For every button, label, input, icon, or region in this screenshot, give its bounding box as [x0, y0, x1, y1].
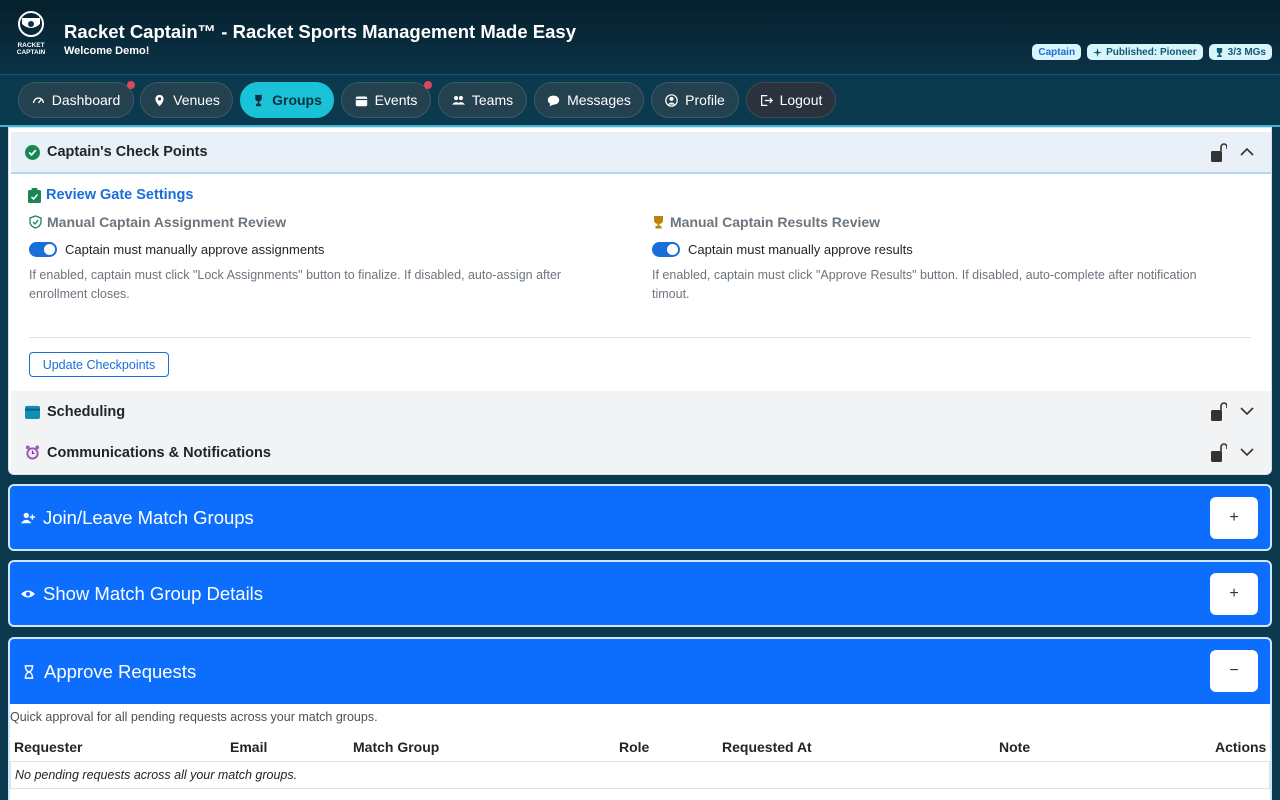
column-header-requested-at: Requested At: [722, 739, 812, 755]
results-toggle-row: Captain must manually approve results: [652, 242, 1232, 257]
divider: [29, 337, 1251, 338]
column-header-requester: Requester: [14, 739, 83, 755]
notification-dot: [127, 81, 135, 89]
person-add-icon: [21, 511, 35, 525]
chat-icon: [547, 95, 560, 106]
map-pin-icon: [155, 94, 164, 106]
nav-venues[interactable]: Venues: [140, 82, 233, 118]
review-gate-title: Review Gate Settings: [28, 187, 193, 203]
scheduling-accordion-header[interactable]: Scheduling: [11, 391, 1271, 432]
header-badges: Captain Published: Pioneer 3/3 MGs: [1032, 44, 1272, 60]
unlock-icon[interactable]: [1211, 143, 1227, 163]
approve-requests-panel: Approve Requests − Quick approval for al…: [8, 637, 1272, 800]
column-header-role: Role: [619, 739, 650, 755]
nav-logout[interactable]: Logout: [746, 82, 836, 118]
hourglass-icon: [23, 664, 35, 679]
assignment-review-heading: Manual Captain Assignment Review: [29, 214, 609, 230]
column-header-actions: Actions: [1215, 739, 1267, 755]
results-review-heading: Manual Captain Results Review: [652, 214, 1232, 230]
chevron-up-icon[interactable]: [1240, 147, 1254, 157]
update-checkpoints-button[interactable]: Update Checkpoints: [29, 352, 169, 377]
assignment-review-column: Manual Captain Assignment Review Captain…: [29, 214, 609, 304]
empty-table-row: No pending requests across all your matc…: [10, 761, 1270, 789]
approve-requests-description: Quick approval for all pending requests …: [10, 710, 378, 724]
shield-check-icon: [29, 215, 42, 229]
chevron-down-icon[interactable]: [1240, 447, 1254, 457]
assignment-toggle-row: Captain must manually approve assignment…: [29, 242, 609, 257]
checkpoints-panel: Captain's Check Points Review Gate Setti…: [8, 127, 1272, 475]
calendar-icon: [355, 95, 367, 106]
nav-profile[interactable]: Profile: [651, 82, 739, 118]
column-header-note: Note: [999, 739, 1031, 755]
nav-teams[interactable]: Teams: [438, 82, 527, 118]
welcome-text: Welcome Demo!: [64, 45, 150, 57]
calendar-icon: [25, 404, 40, 419]
collapse-approve-button[interactable]: −: [1210, 650, 1258, 692]
join-leave-title: Join/Leave Match Groups: [43, 506, 254, 528]
published-badge: Published: Pioneer: [1087, 44, 1203, 60]
match-group-details-title: Show Match Group Details: [43, 582, 264, 604]
logout-icon: [760, 94, 773, 106]
results-help-text: If enabled, captain must click "Approve …: [652, 268, 1197, 301]
role-badge: Captain: [1032, 44, 1082, 60]
sparkle-icon: [1093, 47, 1103, 57]
racket-captain-logo[interactable]: RACKET CAPTAIN: [12, 10, 50, 58]
eye-icon: [21, 587, 35, 601]
assignment-help-text: If enabled, captain must click "Lock Ass…: [29, 268, 562, 301]
main-nav: Dashboard Venues Groups Events Teams Mes…: [0, 75, 1280, 127]
notification-dot: [424, 81, 432, 89]
unlock-icon[interactable]: [1211, 402, 1227, 422]
nav-groups[interactable]: Groups: [240, 82, 334, 118]
results-approval-toggle[interactable]: [652, 242, 680, 257]
checkpoints-accordion-header[interactable]: Captain's Check Points: [11, 132, 1271, 174]
trophy-icon: [654, 216, 663, 229]
clipboard-check-icon: [28, 187, 41, 203]
match-group-details-section-header[interactable]: Show Match Group Details +: [8, 560, 1272, 627]
app-title: Racket Captain™ - Racket Sports Manageme…: [64, 21, 576, 42]
app-header: RACKET CAPTAIN Racket Captain™ - Racket …: [0, 0, 1280, 75]
trophy-icon: [1216, 47, 1222, 57]
column-header-email: Email: [230, 739, 268, 755]
results-toggle-label: Captain must manually approve results: [688, 242, 913, 257]
nav-messages[interactable]: Messages: [534, 82, 644, 118]
communications-accordion-header[interactable]: Communications & Notifications: [11, 432, 1271, 473]
nav-events[interactable]: Events: [341, 81, 432, 118]
unlock-icon[interactable]: [1211, 443, 1227, 463]
assignment-approval-toggle[interactable]: [29, 242, 57, 257]
column-header-match-group: Match Group: [353, 739, 440, 755]
results-review-column: Manual Captain Results Review Captain mu…: [652, 214, 1232, 304]
chevron-down-icon[interactable]: [1240, 406, 1254, 416]
expand-join-leave-button[interactable]: +: [1210, 497, 1258, 539]
approve-requests-title: Approve Requests: [44, 660, 197, 682]
people-icon: [451, 95, 465, 105]
expand-details-button[interactable]: +: [1210, 573, 1258, 615]
dashboard-icon: [32, 96, 44, 103]
check-circle-icon: [25, 144, 40, 160]
svg-text:CAPTAIN: CAPTAIN: [17, 49, 46, 56]
alarm-clock-icon: [25, 445, 40, 460]
match-groups-badge: 3/3 MGs: [1208, 44, 1272, 60]
nav-dashboard[interactable]: Dashboard: [18, 81, 135, 118]
assignment-toggle-label: Captain must manually approve assignment…: [65, 242, 325, 257]
join-leave-section-header[interactable]: Join/Leave Match Groups +: [8, 484, 1272, 551]
trophy-icon: [255, 94, 262, 106]
approve-requests-section-header[interactable]: Approve Requests −: [10, 639, 1270, 704]
person-circle-icon: [665, 93, 678, 107]
svg-text:RACKET: RACKET: [17, 42, 44, 49]
